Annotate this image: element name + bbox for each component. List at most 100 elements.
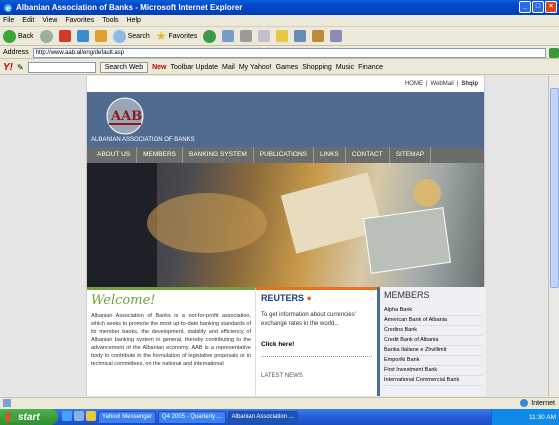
- webmail-link[interactable]: WebMail: [431, 81, 454, 87]
- yahoo-search-input[interactable]: [27, 61, 96, 73]
- members-section: MEMBERS Alpha Bank American Bank of Alba…: [377, 287, 486, 396]
- forward-arrow-icon[interactable]: [39, 29, 53, 43]
- taskbar: start Yahoo! Messenger Q4 2005 - Quarter…: [0, 409, 559, 425]
- member-link[interactable]: Banka Italiane e Zhvillimit: [384, 346, 482, 356]
- mail-icon[interactable]: [222, 30, 235, 42]
- home-link[interactable]: HOME: [405, 81, 423, 87]
- aab-logo-icon[interactable]: AAB: [103, 96, 147, 136]
- go-button[interactable]: [549, 47, 559, 58]
- shqip-link[interactable]: Shqip: [461, 81, 478, 87]
- banner-image: [87, 163, 484, 287]
- quicklaunch-ie-icon[interactable]: [62, 410, 72, 421]
- search-button[interactable]: Search: [112, 28, 150, 45]
- top-nav: HOME | WebMail | Shqip: [404, 81, 478, 87]
- menu-tools[interactable]: Tools: [102, 17, 118, 24]
- pencil-icon[interactable]: ✎: [17, 63, 24, 72]
- members-list: Alpha Bank American Bank of Albania Cred…: [384, 306, 482, 386]
- globe-icon: [520, 399, 529, 407]
- menu-edit[interactable]: Edit: [22, 17, 34, 24]
- back-button[interactable]: Back: [3, 28, 34, 45]
- start-label: start: [18, 411, 40, 423]
- address-input[interactable]: http://www.aab.al/eng/default.asp: [32, 47, 547, 58]
- menu-file[interactable]: File: [3, 17, 14, 24]
- search-label: Search: [127, 32, 150, 40]
- maximize-button[interactable]: □: [532, 1, 544, 13]
- nav-about-us[interactable]: ABOUT US: [91, 147, 138, 163]
- refresh-icon[interactable]: [76, 30, 89, 42]
- nav-members[interactable]: MEMBERS: [137, 147, 183, 163]
- site-header: AAB ALBANIAN ASSOCIATION OF BANKS: [87, 92, 484, 147]
- research-icon[interactable]: [312, 30, 325, 42]
- yahoo-logo[interactable]: Y!: [3, 62, 13, 73]
- logo-subtitle: ALBANIAN ASSOCIATION OF BANKS: [91, 137, 195, 143]
- quicklaunch-desktop-icon[interactable]: [74, 410, 84, 421]
- folder-icon[interactable]: [276, 30, 289, 42]
- task-albanian-association[interactable]: Albanian Association ...: [227, 410, 298, 424]
- edit-icon[interactable]: [258, 30, 271, 42]
- member-link[interactable]: Credins Bank: [384, 326, 482, 336]
- start-button[interactable]: start: [0, 409, 58, 425]
- welcome-text: Albanian Association of Banks is a not-f…: [91, 313, 251, 367]
- nav-banking-system[interactable]: BANKING SYSTEM: [183, 147, 254, 163]
- close-button[interactable]: ×: [545, 1, 557, 13]
- member-link[interactable]: Emporiki Bank: [384, 356, 482, 366]
- nav-contact[interactable]: CONTACT: [346, 147, 390, 163]
- member-link[interactable]: American Bank of Albania: [384, 316, 482, 326]
- yahoo-toolbar: Y! ✎ Search Web New Toolbar Update Mail …: [0, 60, 559, 75]
- stop-icon[interactable]: [58, 30, 71, 42]
- page-icon: [3, 399, 11, 407]
- print-icon[interactable]: [240, 30, 253, 42]
- vertical-scrollbar[interactable]: [548, 76, 559, 396]
- reuters-logo: REUTERS ●: [261, 293, 372, 303]
- click-here-link[interactable]: Click here!: [261, 341, 372, 357]
- task-quarterly[interactable]: Q4 2005 - Quarterly ...: [157, 410, 226, 424]
- menu-favorites[interactable]: Favorites: [65, 17, 94, 24]
- welcome-title: Welcome!: [91, 293, 156, 308]
- nav-publications[interactable]: PUBLICATIONS: [254, 147, 314, 163]
- mail-link[interactable]: Mail: [222, 64, 235, 71]
- member-link[interactable]: International Commercial Bank: [384, 376, 482, 386]
- games-link[interactable]: Games: [276, 64, 299, 71]
- member-link[interactable]: Alpha Bank: [384, 306, 482, 316]
- site-nav: ABOUT US MEMBERS BANKING SYSTEM PUBLICAT…: [87, 147, 484, 163]
- svg-text:e: e: [6, 4, 11, 13]
- content-columns: Welcome! Albanian Association of Banks i…: [87, 287, 486, 396]
- media-icon[interactable]: [330, 30, 343, 42]
- music-link[interactable]: Music: [336, 64, 354, 71]
- search-web-button[interactable]: Search Web: [99, 61, 149, 73]
- back-arrow-icon: [3, 29, 16, 43]
- nav-sitemap[interactable]: SITEMAP: [390, 147, 432, 163]
- quicklaunch-outlook-icon[interactable]: [86, 410, 96, 421]
- minimize-button[interactable]: _: [519, 1, 531, 13]
- member-link[interactable]: First Investment Bank: [384, 366, 482, 376]
- menu-help[interactable]: Help: [127, 17, 141, 24]
- scrollbar-thumb[interactable]: [550, 88, 559, 288]
- home-icon[interactable]: [94, 30, 107, 42]
- reuters-brand: REUTERS: [261, 293, 305, 303]
- messenger-icon[interactable]: [294, 30, 307, 42]
- new-badge: New: [152, 63, 167, 71]
- nav-links[interactable]: LINKS: [314, 147, 346, 163]
- shopping-link[interactable]: Shopping: [302, 64, 332, 71]
- menu-bar: File Edit View Favorites Tools Help: [0, 15, 559, 27]
- window-title: Albanian Association of Banks - Microsof…: [16, 3, 243, 12]
- menu-view[interactable]: View: [42, 17, 57, 24]
- browser-toolbar: Back Search ★ Favorites: [0, 27, 559, 46]
- history-icon[interactable]: [203, 29, 217, 43]
- windows-logo-icon: [6, 412, 15, 422]
- task-yahoo-messenger[interactable]: Yahoo! Messenger: [98, 410, 156, 424]
- member-link[interactable]: Credit Bank of Albania: [384, 336, 482, 346]
- reuters-text: To get information about currencies' exc…: [261, 312, 356, 327]
- security-zone: Internet: [520, 399, 555, 407]
- address-label: Address: [3, 49, 29, 56]
- zone-label: Internet: [531, 399, 555, 407]
- members-heading: MEMBERS: [384, 290, 430, 300]
- my-yahoo-link[interactable]: My Yahoo!: [239, 64, 272, 71]
- reuters-section: REUTERS ● To get information about curre…: [255, 287, 377, 396]
- toolbar-update-link[interactable]: Toolbar Update: [171, 64, 218, 71]
- favorites-button[interactable]: ★ Favorites: [156, 28, 198, 45]
- web-page: HOME | WebMail | Shqip AAB ALBANIAN ASSO…: [86, 76, 486, 396]
- finance-link[interactable]: Finance: [358, 64, 383, 71]
- window-titlebar: e Albanian Association of Banks - Micros…: [0, 0, 559, 15]
- reuters-dots-icon: ●: [306, 293, 312, 303]
